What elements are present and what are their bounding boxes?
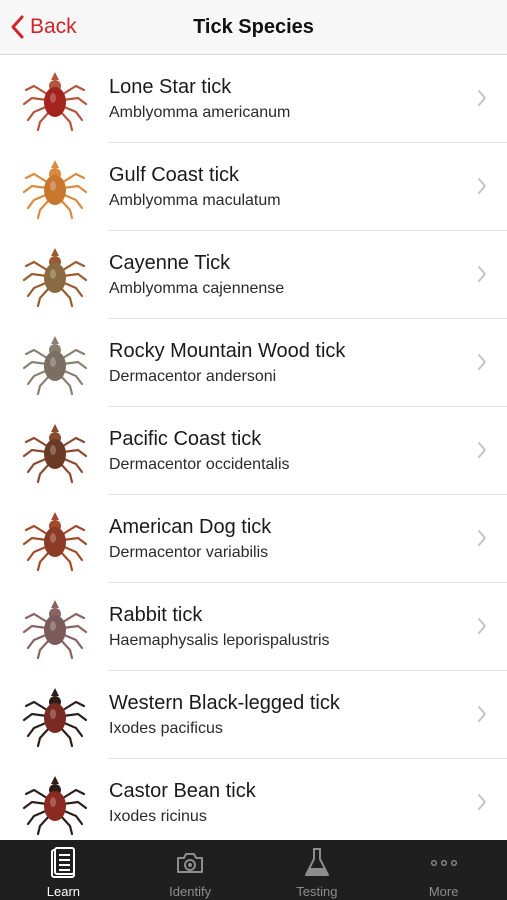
rocky-mountain-wood-tick-photo bbox=[20, 328, 90, 398]
tick-common-name: Lone Star tick bbox=[109, 76, 232, 98]
castor-bean-tick-photo bbox=[20, 768, 90, 838]
tick-row[interactable]: Pacific Coast tick Dermacentor occidental… bbox=[0, 407, 507, 495]
tick-scientific-name: Ixodes ricinus bbox=[109, 808, 207, 825]
tick-row[interactable]: Gulf Coast tick Amblyomma maculatum bbox=[0, 143, 507, 231]
gulf-coast-tick-photo bbox=[20, 152, 90, 222]
tab-learn-label: Learn bbox=[46, 884, 80, 899]
tick-common-name: American Dog tick bbox=[109, 516, 272, 538]
tab-identify[interactable]: Identify bbox=[127, 840, 254, 900]
tick-common-name: Western Black-legged tick bbox=[109, 692, 340, 714]
chevron-right-icon bbox=[477, 441, 487, 464]
back-label: Back bbox=[30, 15, 77, 38]
tick-row[interactable]: Castor Bean tick Ixodes ricinus bbox=[0, 759, 507, 840]
chevron-right-icon bbox=[477, 617, 487, 640]
tick-row[interactable]: Rocky Mountain Wood tick Dermacentor ande… bbox=[0, 319, 507, 407]
western-black-legged-tick-photo bbox=[20, 680, 90, 750]
tick-row[interactable]: Western Black-legged tick Ixodes pacificu… bbox=[0, 671, 507, 759]
flask-icon bbox=[304, 848, 329, 876]
chevron-right-icon bbox=[477, 265, 487, 288]
tick-scientific-name: Amblyomma maculatum bbox=[109, 192, 281, 209]
tick-scientific-name: Dermacentor occidentalis bbox=[109, 456, 290, 473]
tab-more-label: More bbox=[428, 884, 459, 899]
tick-scientific-name: Amblyomma americanum bbox=[109, 104, 291, 121]
tick-scientific-name: Ixodes pacificus bbox=[109, 720, 223, 737]
tick-common-name: Castor Bean tick bbox=[109, 780, 256, 802]
tab-more[interactable]: More bbox=[380, 840, 507, 900]
tab-bar: Learn Identify Testing More bbox=[0, 840, 507, 900]
navigation-bar: Back Tick Species bbox=[0, 0, 507, 55]
tick-common-name: Pacific Coast tick bbox=[109, 428, 262, 450]
tick-row[interactable]: Rabbit tick Haemaphysalis leporispalustri… bbox=[0, 583, 507, 671]
chevron-right-icon bbox=[477, 177, 487, 200]
book-icon bbox=[51, 847, 76, 878]
tick-common-name: Cayenne Tick bbox=[109, 252, 231, 274]
tab-testing[interactable]: Testing bbox=[254, 840, 381, 900]
tick-row[interactable]: Lone Star tick Amblyomma americanum bbox=[0, 55, 507, 143]
tick-species-list: Lone Star tick Amblyomma americanum Gulf C… bbox=[0, 55, 507, 840]
tick-common-name: Gulf Coast tick bbox=[109, 164, 240, 186]
pacific-coast-tick-photo bbox=[20, 416, 90, 486]
tick-row[interactable]: American Dog tick Dermacentor variabilis bbox=[0, 495, 507, 583]
tick-common-name: Rocky Mountain Wood tick bbox=[109, 340, 346, 362]
chevron-right-icon bbox=[477, 793, 487, 816]
chevron-right-icon bbox=[477, 529, 487, 552]
tab-identify-label: Identify bbox=[169, 884, 212, 899]
tick-scientific-name: Dermacentor variabilis bbox=[109, 544, 269, 561]
camera-icon bbox=[177, 853, 204, 873]
tab-learn[interactable]: Learn bbox=[0, 840, 127, 900]
lone-star-tick-photo bbox=[20, 64, 90, 134]
chevron-left-icon bbox=[11, 15, 24, 39]
back-button[interactable]: Back bbox=[10, 10, 77, 44]
american-dog-tick-photo bbox=[20, 504, 90, 574]
cayenne-tick-photo bbox=[20, 240, 90, 310]
chevron-right-icon bbox=[477, 353, 487, 376]
tick-common-name: Rabbit tick bbox=[109, 604, 203, 626]
tick-row[interactable]: Cayenne Tick Amblyomma cajennense bbox=[0, 231, 507, 319]
tick-scientific-name: Dermacentor andersoni bbox=[109, 368, 277, 385]
tab-testing-label: Testing bbox=[296, 884, 338, 899]
rabbit-tick-photo bbox=[20, 592, 90, 662]
more-icon bbox=[430, 860, 457, 866]
chevron-right-icon bbox=[477, 89, 487, 112]
tick-scientific-name: Amblyomma cajennense bbox=[109, 280, 285, 297]
chevron-right-icon bbox=[477, 705, 487, 728]
tick-scientific-name: Haemaphysalis leporispalustris bbox=[109, 632, 330, 649]
